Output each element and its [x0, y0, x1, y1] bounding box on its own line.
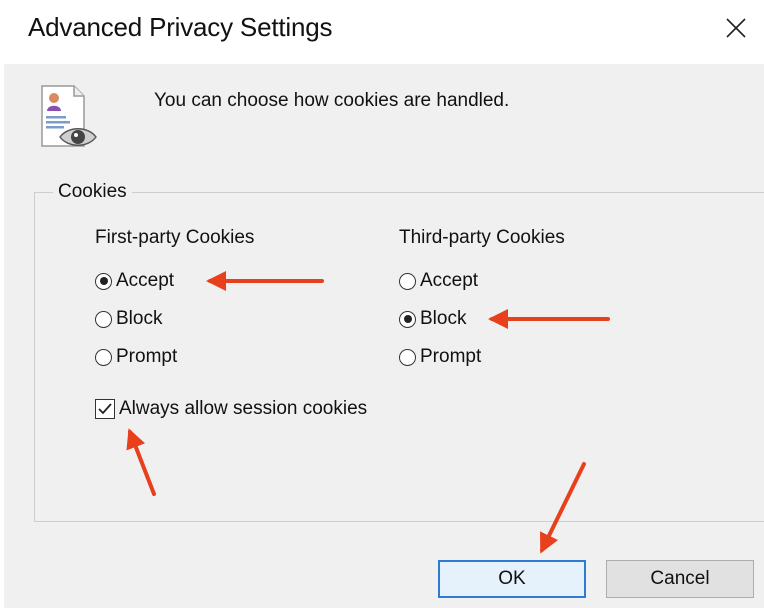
- radio-selected-dot: [403, 315, 412, 323]
- cookies-groupbox: Cookies First-party Cookies Third-party …: [34, 181, 764, 522]
- radio-button-icon: [399, 272, 416, 290]
- radio-button-icon: [95, 310, 112, 328]
- ok-button[interactable]: OK: [438, 560, 586, 598]
- dialog-body: You can choose how cookies are handled. …: [4, 64, 764, 608]
- radio-button-icon: [95, 272, 112, 290]
- radio-button-icon: [95, 348, 112, 366]
- radio-label: Block: [116, 308, 163, 329]
- third-party-prompt-radio[interactable]: Prompt: [399, 343, 481, 371]
- radio-selected-dot: [99, 277, 108, 285]
- advanced-privacy-settings-dialog: Advanced Privacy Settings You can choose…: [0, 0, 764, 608]
- radio-button-icon: [399, 310, 416, 328]
- third-party-accept-radio[interactable]: Accept: [399, 267, 478, 295]
- third-party-heading: Third-party Cookies: [399, 227, 565, 248]
- first-party-prompt-radio[interactable]: Prompt: [95, 343, 177, 371]
- checkmark-icon: [98, 403, 112, 415]
- radio-label: Accept: [116, 270, 175, 291]
- intro-text: You can choose how cookies are handled.: [154, 90, 510, 111]
- cancel-button[interactable]: Cancel: [606, 560, 754, 598]
- radio-label: Prompt: [420, 346, 482, 367]
- radio-label: Block: [420, 308, 467, 329]
- checkbox-label: Always allow session cookies: [119, 398, 368, 419]
- cookies-groupbox-legend: Cookies: [53, 181, 132, 203]
- first-party-block-radio[interactable]: Block: [95, 305, 162, 333]
- radio-label: Prompt: [116, 346, 178, 367]
- third-party-block-radio[interactable]: Block: [399, 305, 466, 333]
- radio-button-icon: [399, 348, 416, 366]
- close-icon: [726, 18, 746, 38]
- checkbox-box: [95, 399, 115, 419]
- window-title: Advanced Privacy Settings: [28, 12, 333, 42]
- first-party-accept-radio[interactable]: Accept: [95, 267, 174, 295]
- privacy-document-eye-icon: [41, 85, 97, 147]
- always-allow-session-cookies-checkbox[interactable]: Always allow session cookies: [95, 395, 367, 423]
- radio-label: Accept: [420, 270, 479, 291]
- first-party-heading: First-party Cookies: [95, 227, 255, 248]
- close-button[interactable]: [714, 8, 758, 48]
- title-bar: Advanced Privacy Settings: [0, 0, 764, 64]
